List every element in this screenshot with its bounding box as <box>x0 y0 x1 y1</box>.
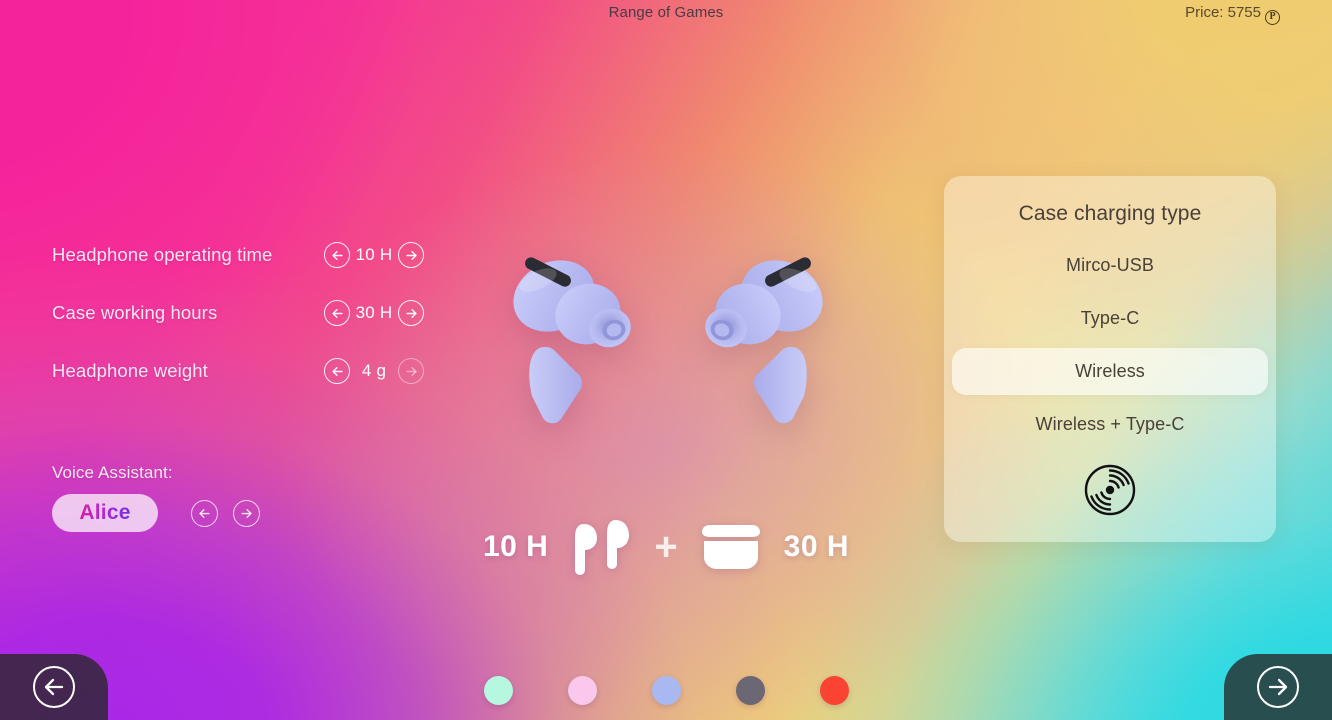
spec-label: Headphone operating time <box>52 244 273 265</box>
spec-row-headphone-weight: Headphone weight 4 g <box>52 342 452 400</box>
spec-row-operating-time: Headphone operating time 10 H <box>52 226 452 284</box>
case-charging-type-panel: Case charging type Mirco-USB Type-C Wire… <box>944 176 1276 542</box>
operating-time-prev-button[interactable] <box>324 242 350 268</box>
case-hours-prev-button[interactable] <box>324 300 350 326</box>
headphone-weight-value: 4 g <box>361 361 387 380</box>
charging-case-icon <box>700 523 762 571</box>
case-hours-value: 30 H <box>355 303 393 322</box>
charging-option-wireless-type-c[interactable]: Wireless + Type-C <box>952 401 1268 448</box>
summary-case-hours: 30 H <box>783 530 850 563</box>
ruble-currency-icon: P <box>1265 10 1280 25</box>
previous-page-button[interactable] <box>0 654 108 720</box>
price-display: Price: 5755 P <box>1185 4 1280 25</box>
color-swatch-red[interactable] <box>819 676 849 705</box>
arrow-left-icon <box>33 666 75 708</box>
left-earbud <box>513 257 631 424</box>
operating-time-next-button[interactable] <box>398 242 424 268</box>
earbuds-icon <box>570 518 632 576</box>
panel-title: Case charging type <box>1018 202 1202 225</box>
spec-stepper: 4 g <box>324 358 424 384</box>
charging-option-wireless[interactable]: Wireless <box>952 348 1268 395</box>
color-swatch-graphite[interactable] <box>735 676 765 705</box>
headphone-weight-prev-button[interactable] <box>324 358 350 384</box>
price-value: Price: 5755 <box>1185 4 1261 21</box>
color-swatch-mint[interactable] <box>483 676 513 705</box>
spec-row-case-hours: Case working hours 30 H <box>52 284 452 342</box>
spec-stepper: 10 H <box>324 242 424 268</box>
spec-stepper: 30 H <box>324 300 424 326</box>
summary-earbuds-hours: 10 H <box>482 530 549 563</box>
top-bar: Range of Games Price: 5755 P <box>0 0 1332 28</box>
specs-list: Headphone operating time 10 H Case worki… <box>52 226 452 400</box>
next-page-button[interactable] <box>1224 654 1332 720</box>
plus-sign: + <box>654 525 678 569</box>
arrow-right-icon <box>1257 666 1299 708</box>
wireless-charging-icon <box>944 464 1276 516</box>
charging-option-type-c[interactable]: Type-C <box>952 295 1268 342</box>
case-hours-next-button[interactable] <box>398 300 424 326</box>
headphone-weight-next-button[interactable] <box>398 358 424 384</box>
operating-time-value: 10 H <box>355 245 393 264</box>
charging-option-mirco-usb[interactable]: Mirco-USB <box>952 242 1268 289</box>
right-earbud <box>705 257 823 424</box>
page-title: Range of Games <box>608 4 724 21</box>
color-swatch-pink[interactable] <box>567 676 597 705</box>
color-swatch-list <box>0 676 1332 705</box>
spec-label: Case working hours <box>52 302 218 323</box>
earbuds-product-image <box>498 240 838 440</box>
voice-assistant-label: Voice Assistant: <box>52 463 173 482</box>
color-swatch-periwinkle[interactable] <box>651 676 681 705</box>
spec-label: Headphone weight <box>52 360 208 381</box>
